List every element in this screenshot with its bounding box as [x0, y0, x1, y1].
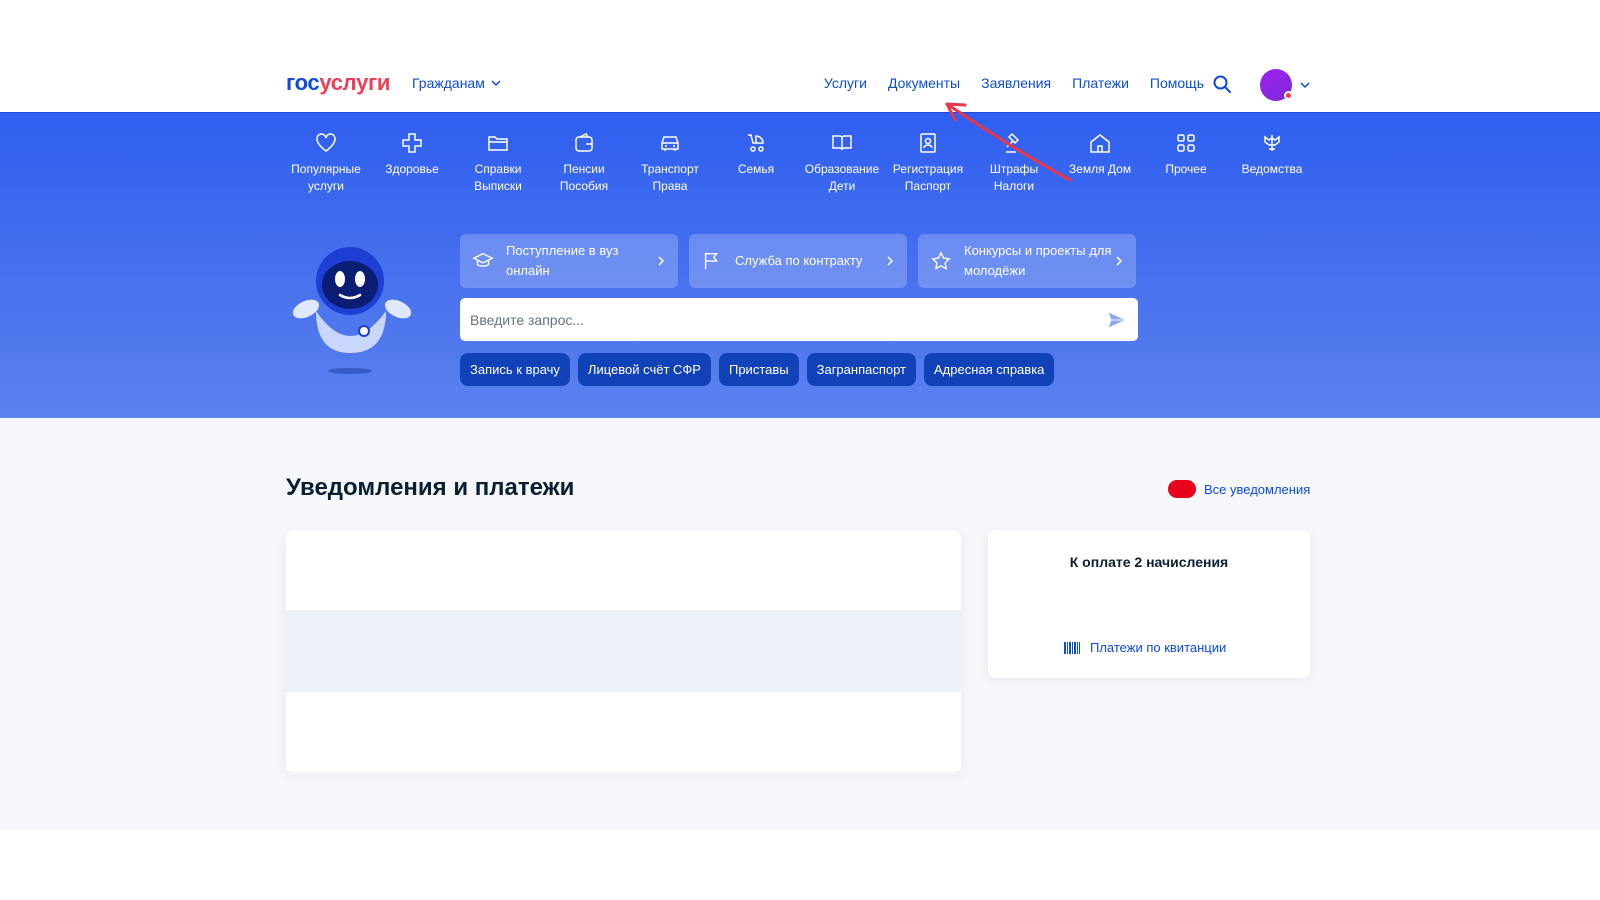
grid-icon	[1177, 134, 1195, 152]
receipt-payments-link[interactable]: Платежи по квитанции	[1064, 640, 1226, 655]
category-label: Семья	[737, 162, 775, 176]
role-label: Гражданам	[412, 75, 485, 91]
search-input[interactable]	[470, 311, 1106, 328]
notifications-list	[286, 530, 961, 774]
category-label: Регистрация Паспорт	[892, 162, 964, 193]
chip-sfr-account[interactable]: Лицевой счёт СФР	[577, 353, 711, 386]
promo-label: Служба по контракту	[735, 253, 863, 268]
category-other[interactable]: Прочее	[1143, 131, 1229, 195]
nav-link-payments[interactable]: Платежи	[1072, 75, 1129, 91]
category-pensions[interactable]: Пенсии Пособия	[541, 131, 627, 195]
logo-part-uslugi: услуги	[319, 70, 391, 95]
star-icon	[931, 251, 951, 270]
robot-mascot-illustration	[292, 247, 412, 374]
promo-youth-contests[interactable]: Конкурсы и проекты для молодёжи	[918, 234, 1136, 288]
chip-doctor-appointment[interactable]: Запись к врачу	[460, 353, 570, 386]
flag-icon	[704, 252, 718, 270]
list-item[interactable]	[286, 692, 961, 773]
chevron-right-icon	[658, 256, 665, 266]
quick-links: Запись к врачу Лицевой счёт СФР Приставы…	[460, 353, 1055, 386]
promo-label: Поступление в вуз онлайн	[506, 243, 619, 278]
category-land-house[interactable]: Земля Дом	[1057, 131, 1143, 195]
chevron-down-icon	[491, 80, 501, 87]
payments-title: К оплате 2 начисления	[1069, 554, 1229, 570]
chip-bailiffs[interactable]: Приставы	[718, 353, 799, 386]
graduation-cap-icon	[472, 252, 494, 267]
receipt-payments-label: Платежи по квитанции	[1090, 640, 1227, 655]
category-fines[interactable]: Штрафы Налоги	[971, 131, 1057, 195]
heart-icon	[316, 133, 336, 152]
chip-foreign-passport[interactable]: Загранпаспорт	[806, 353, 917, 386]
list-item[interactable]	[286, 530, 961, 611]
plus-cross-icon	[402, 133, 422, 153]
payments-card: К оплате 2 начисления Платежи по квитанц…	[988, 530, 1310, 678]
folder-icon	[488, 136, 508, 151]
promo-university-admission[interactable]: Поступление в вуз онлайн	[460, 234, 678, 288]
category-menu: Популярные услуги Здоровье Справки Выпис…	[283, 131, 1315, 195]
promo-cards: Поступление в вуз онлайн Служба по контр…	[460, 234, 1136, 288]
category-label: Здоровье	[385, 162, 439, 176]
category-label: Популярные услуги	[291, 162, 361, 193]
category-label: Справки Выписки	[474, 162, 522, 193]
section-title: Уведомления и платежи	[286, 474, 575, 501]
category-agencies[interactable]: Ведомства	[1229, 131, 1315, 195]
top-navigation: Услуги Документы Заявления Платежи Помощ…	[824, 75, 1204, 91]
nav-link-applications[interactable]: Заявления	[981, 75, 1051, 91]
gosuslugi-logo[interactable]: госуслуги	[286, 70, 390, 96]
category-transport[interactable]: Транспорт Права	[627, 131, 713, 195]
hero-band: Популярные услуги Здоровье Справки Выпис…	[0, 112, 1600, 418]
category-label: Земля Дом	[1068, 162, 1132, 176]
category-label: Ведомства	[1241, 162, 1303, 176]
category-label: Штрафы Налоги	[989, 162, 1039, 193]
toggle-switch[interactable]	[1168, 480, 1196, 498]
chevron-down-icon[interactable]	[1300, 80, 1310, 90]
site-header: госуслуги Гражданам Услуги Документы Зая…	[0, 58, 1600, 112]
user-avatar[interactable]	[1260, 69, 1293, 101]
book-icon	[832, 135, 852, 151]
list-item[interactable]	[286, 611, 961, 692]
wallet-icon	[575, 133, 593, 152]
logo-part-gos: гос	[286, 70, 320, 95]
car-icon	[661, 136, 679, 151]
all-notifications-toggle[interactable]: Все уведомления	[1168, 480, 1310, 498]
stroller-icon	[748, 134, 764, 152]
house-icon	[1090, 134, 1110, 153]
category-label: Пенсии Пособия	[559, 162, 609, 193]
emblem-icon	[1264, 135, 1280, 151]
nav-link-documents[interactable]: Документы	[888, 75, 960, 91]
nav-link-help[interactable]: Помощь	[1150, 75, 1204, 91]
category-registration[interactable]: Регистрация Паспорт	[885, 131, 971, 195]
notifications-section: Уведомления и платежи Все уведомления К …	[0, 418, 1600, 830]
promo-label: Конкурсы и проекты для молодёжи	[964, 243, 1112, 278]
category-education[interactable]: Образование Дети	[799, 131, 885, 195]
search-bar	[460, 298, 1138, 341]
barcode-icon	[1064, 641, 1080, 654]
category-health[interactable]: Здоровье	[369, 131, 455, 195]
send-icon[interactable]	[1106, 309, 1128, 331]
chip-address-certificate[interactable]: Адресная справка	[924, 353, 1055, 386]
promo-contract-service[interactable]: Служба по контракту	[689, 234, 907, 288]
category-family[interactable]: Семья	[713, 131, 799, 195]
category-popular[interactable]: Популярные услуги	[283, 131, 369, 195]
role-selector[interactable]: Гражданам	[412, 75, 501, 91]
search-icon[interactable]	[1212, 74, 1232, 94]
chevron-right-icon	[887, 256, 894, 266]
category-certificates[interactable]: Справки Выписки	[455, 131, 541, 195]
nav-link-services[interactable]: Услуги	[824, 75, 867, 91]
category-label: Прочее	[1165, 162, 1207, 176]
all-notifications-label: Все уведомления	[1204, 481, 1311, 497]
chevron-right-icon	[1116, 256, 1123, 266]
gavel-icon	[1006, 132, 1020, 153]
notification-dot	[1284, 91, 1293, 100]
category-label: Транспорт Права	[641, 162, 699, 193]
category-label: Образование Дети	[804, 162, 880, 193]
page: госуслуги Гражданам Услуги Документы Зая…	[0, 0, 1600, 900]
id-card-icon	[920, 133, 936, 153]
